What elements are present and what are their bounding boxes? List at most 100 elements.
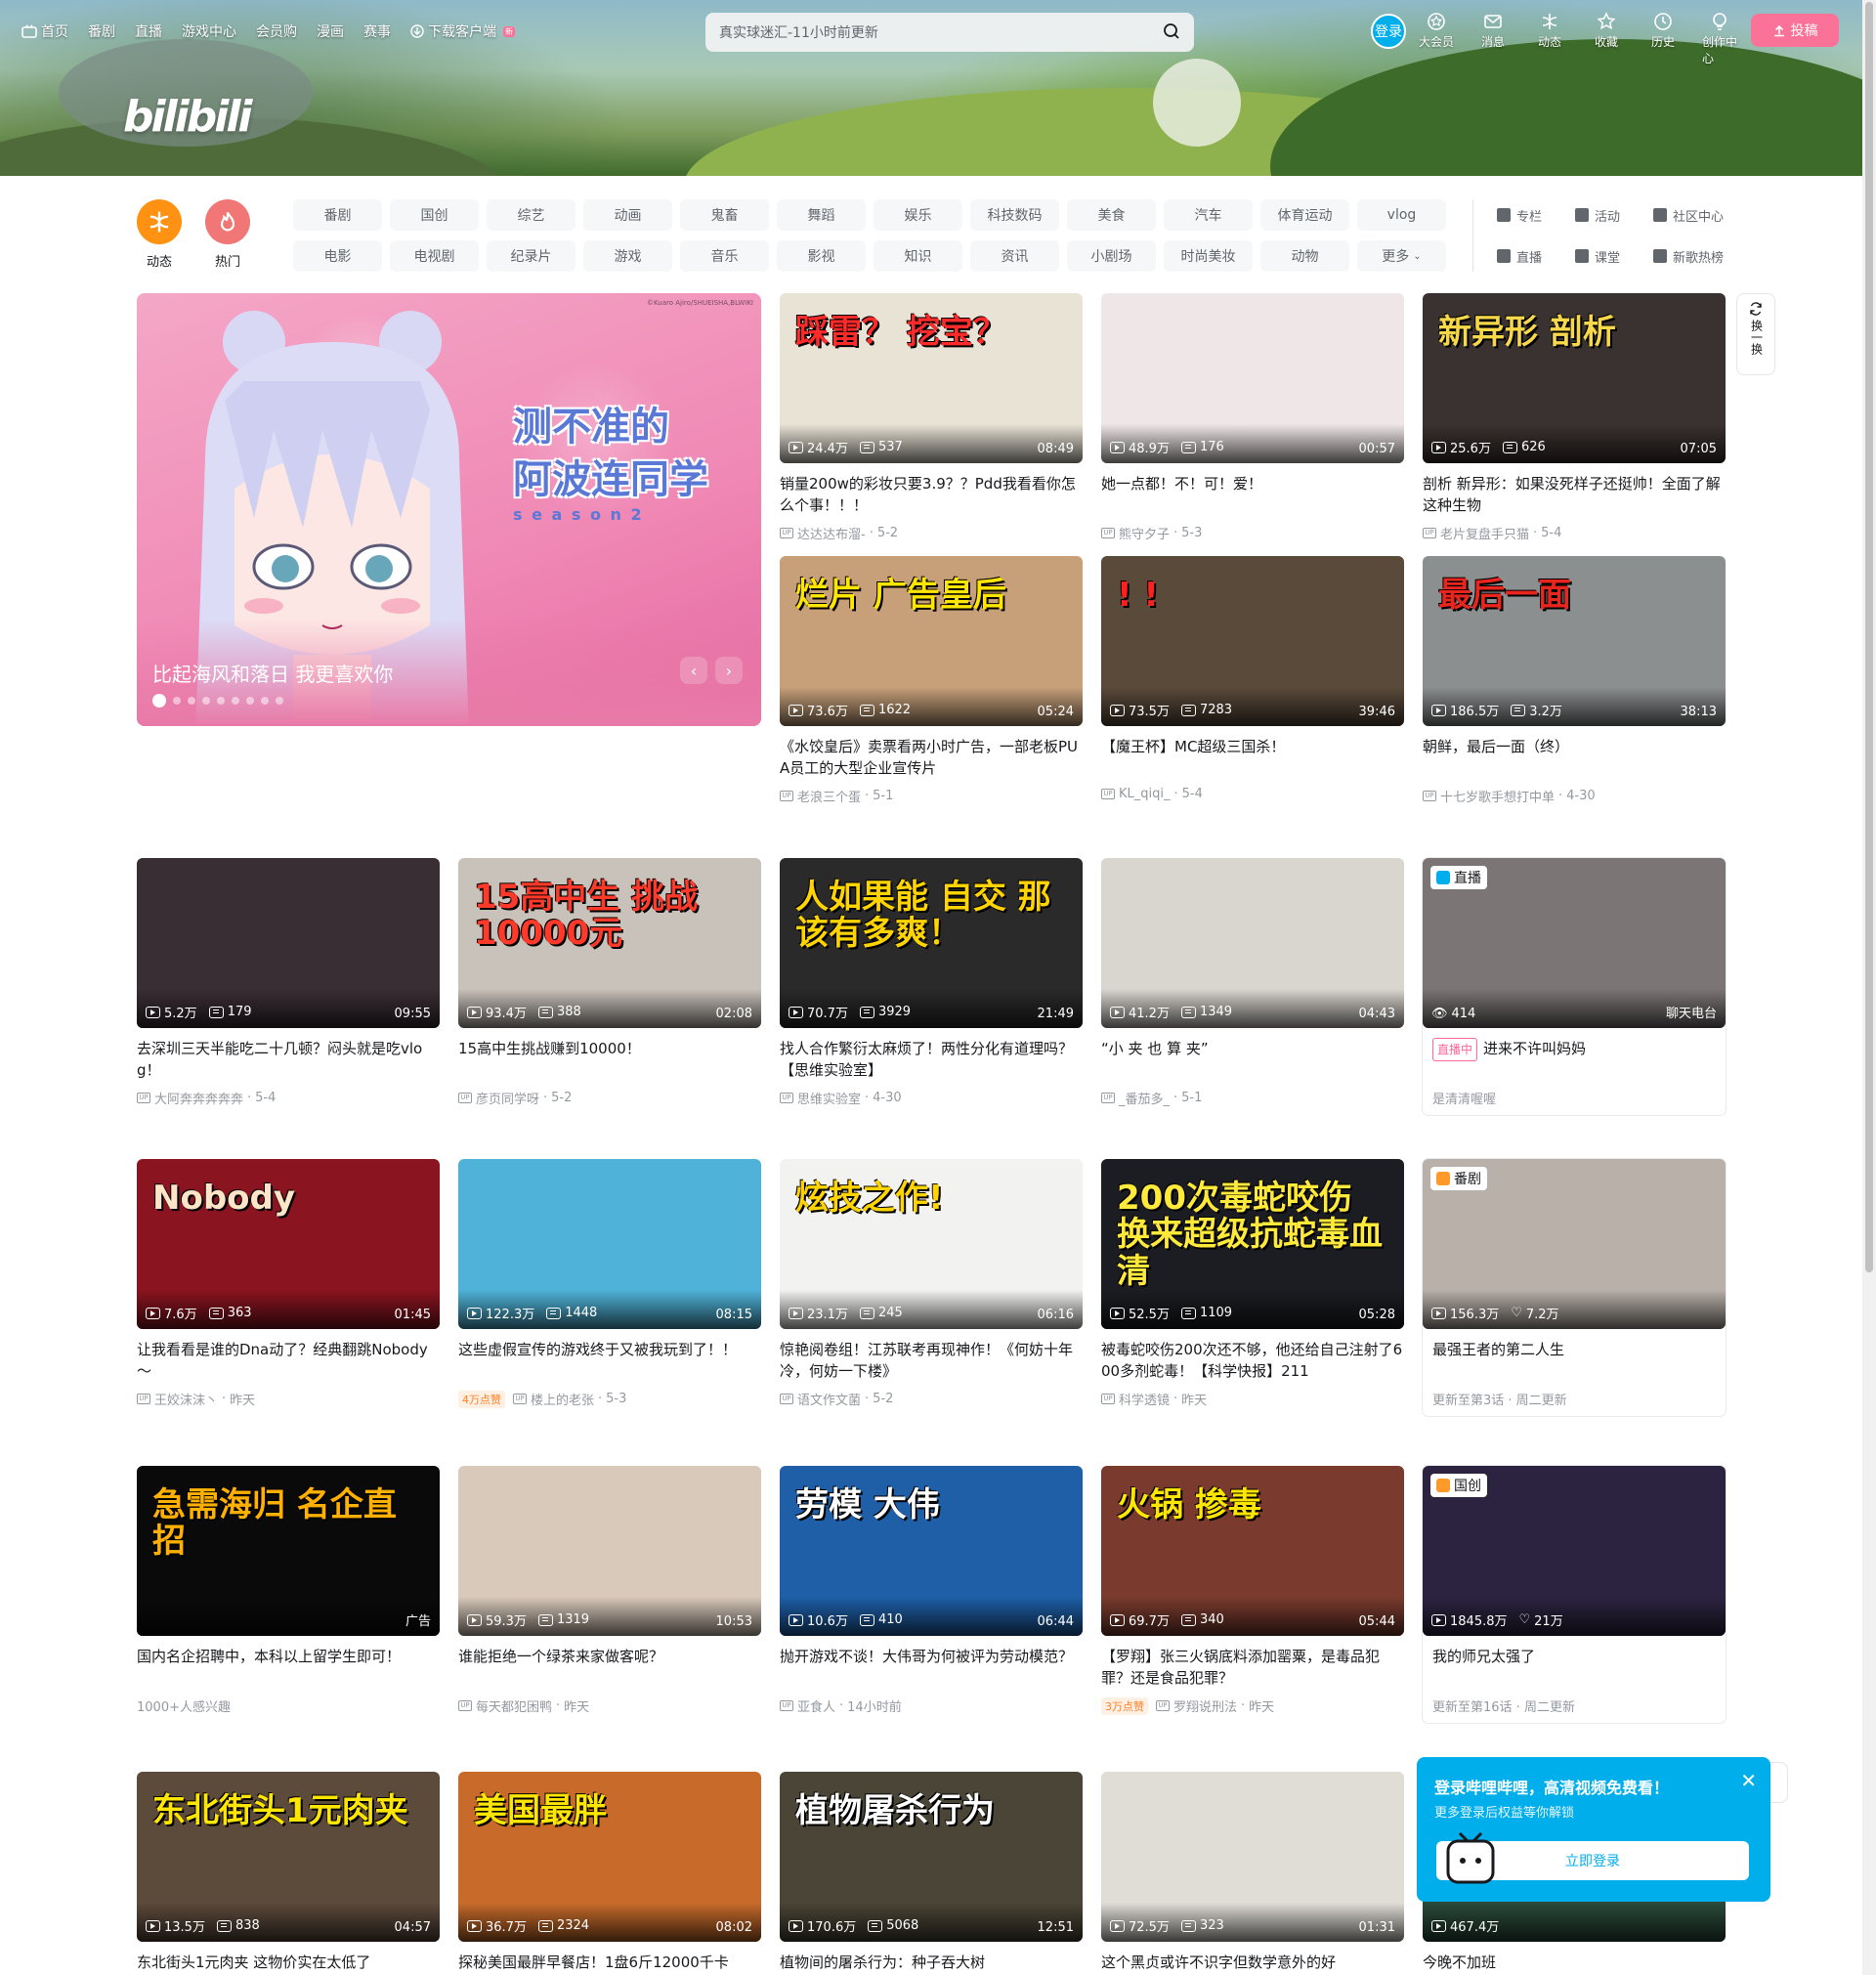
category-item[interactable]: 动画	[583, 199, 672, 231]
page-scrollbar[interactable]	[1862, 0, 1876, 1975]
carousel-dot[interactable]	[276, 697, 283, 705]
carousel-caption[interactable]: 比起海风和落日 我更喜欢你	[152, 659, 393, 687]
vip-entry[interactable]: 大会员	[1419, 12, 1454, 66]
category-item[interactable]: 综艺	[487, 199, 576, 231]
video-title[interactable]: 谁能拒绝一个绿茶来家做客呢？	[458, 1646, 761, 1689]
video-author[interactable]: 熊守夕子	[1119, 524, 1170, 542]
video-title[interactable]: 抛开游戏不谈！大伟哥为何被评为劳动模范？	[780, 1646, 1083, 1689]
category-item[interactable]: 纪录片	[487, 240, 576, 272]
video-title[interactable]: 最强王者的第二人生	[1423, 1339, 1726, 1382]
video-card[interactable]: 东北街头1元肉夹 13.5万 838 04:57 东北街头1元肉夹 这物价实在太低了	[137, 1772, 440, 1975]
category-item[interactable]: 美食	[1067, 199, 1156, 231]
category-item[interactable]: 时尚美妆	[1164, 240, 1253, 272]
video-thumbnail[interactable]: 59.3万 1319 10:53	[458, 1466, 761, 1636]
video-card[interactable]: Nobody 7.6万 363 01:45 让我看看是谁的Dna动了？经典翻跳Nobod…	[137, 1159, 440, 1408]
video-author[interactable]: KL_qiqi_	[1119, 787, 1171, 801]
video-title[interactable]: 【罗翔】张三火锅底料添加罂粟，是毒品犯罪？还是食品犯罪？	[1101, 1646, 1404, 1689]
video-thumbnail[interactable]: ! ! 73.5万 7283 39:46	[1101, 556, 1404, 726]
category-item[interactable]: 番剧	[293, 199, 382, 231]
video-title[interactable]: 我的师兄太强了	[1423, 1646, 1726, 1689]
live-card[interactable]: 直播 👁 414 聊天电台 直播中 进来不许叫妈妈 是清清喔喔	[1423, 858, 1726, 1115]
nav-bangumi[interactable]: 番剧	[88, 21, 115, 41]
search-icon[interactable]	[1163, 22, 1180, 40]
hot-channel-button[interactable]	[205, 199, 250, 244]
category-item[interactable]: vlog	[1357, 199, 1446, 231]
video-title[interactable]: 朝鲜，最后一面（终）	[1423, 736, 1726, 779]
ad-card[interactable]: 急需海归 名企直招 广告 国内名企招聘中，本科以上留学生即可！ 1000+人感兴趣	[137, 1466, 440, 1715]
video-thumbnail[interactable]: Nobody 7.6万 363 01:45	[137, 1159, 440, 1329]
video-card[interactable]: 劳模 大伟 10.6万 410 06:44 抛开游戏不谈！大伟哥为何被评为劳动模范？ UP…	[780, 1466, 1083, 1715]
video-thumbnail[interactable]: 41.2万 1349 04:43	[1101, 858, 1404, 1028]
video-card[interactable]: 5.2万 179 09:55 去深圳三天半能吃二十几顿？闷头就是吃vlog！ UP 大阿奔…	[137, 858, 440, 1107]
video-title[interactable]: 这个黑贞或许不识字但数学意外的好	[1101, 1952, 1404, 1975]
banner-carousel[interactable]: 测不准的 阿波连同学 s e a s o n 2 ©Kuaro Ajiro/SH…	[137, 293, 761, 726]
video-title[interactable]: 【魔王杯】MC超级三国杀！	[1101, 736, 1404, 779]
video-thumbnail[interactable]: 人如果能 自交 那该有多爽！ 70.7万 3929 21:49	[780, 858, 1083, 1028]
video-card[interactable]: ! ! 73.5万 7283 39:46 【魔王杯】MC超级三国杀！ UP KL_qiqi_…	[1101, 556, 1404, 801]
video-author[interactable]: 大阿奔奔奔奔奔	[154, 1089, 243, 1107]
video-thumbnail[interactable]: 122.3万 1448 08:15	[458, 1159, 761, 1329]
video-card[interactable]: 59.3万 1319 10:53 谁能拒绝一个绿茶来家做客呢？ UP 每天都犯困鸭 · 昨天	[458, 1466, 761, 1715]
video-thumbnail[interactable]: 72.5万 323 01:31	[1101, 1772, 1404, 1942]
nav-home[interactable]: 首页	[21, 21, 68, 41]
video-thumbnail[interactable]: 直播 👁 414 聊天电台	[1423, 858, 1726, 1028]
nav-mall[interactable]: 会员购	[256, 21, 297, 41]
video-title[interactable]: 探秘美国最胖早餐店！1盘6斤12000千卡	[458, 1952, 761, 1975]
category-item[interactable]: 更多 ⌄	[1357, 240, 1446, 272]
extra-link-community[interactable]: 社区中心	[1653, 203, 1761, 227]
video-thumbnail[interactable]: 急需海归 名企直招 广告	[137, 1466, 440, 1636]
bangumi-card[interactable]: 番剧 156.3万 ♡ 7.2万 最强王者的第二人生 更新至第3话 · 周二更新	[1423, 1159, 1726, 1416]
video-thumbnail[interactable]: 国创 1845.8万 ♡ 21万	[1423, 1466, 1726, 1636]
video-thumbnail[interactable]: 5.2万 179 09:55	[137, 858, 440, 1028]
video-title[interactable]: 让我看看是谁的Dna动了？经典翻跳Nobody～	[137, 1339, 440, 1382]
video-title[interactable]: 惊艳阅卷组！江苏联考再现神作！《何妨十年冷，何妨一下楼》	[780, 1339, 1083, 1382]
dynamic-entry[interactable]: 动态	[1532, 12, 1567, 66]
video-title[interactable]: “小 夹 也 算 夹”	[1101, 1038, 1404, 1081]
message-entry[interactable]: 消息	[1475, 12, 1511, 66]
category-item[interactable]: 知识	[874, 240, 962, 272]
extra-link-activity[interactable]: 活动	[1575, 203, 1653, 227]
video-author[interactable]: 每天都犯困鸭	[476, 1696, 552, 1715]
video-card[interactable]: 炫技之作! 23.1万 245 06:16 惊艳阅卷组！江苏联考再现神作！《何妨十年冷，…	[780, 1159, 1083, 1408]
carousel-prev-button[interactable]: ‹	[680, 657, 707, 684]
scrollbar-thumb[interactable]	[1865, 2, 1873, 1272]
video-title[interactable]: 去深圳三天半能吃二十几顿？闷头就是吃vlog！	[137, 1038, 440, 1081]
search-bar[interactable]: 真实球迷汇-11小时前更新	[705, 13, 1194, 52]
extra-link-live[interactable]: 直播	[1497, 244, 1575, 268]
upload-button[interactable]: 投稿	[1751, 14, 1839, 47]
video-author[interactable]: 亚食人	[797, 1696, 835, 1715]
video-author[interactable]: 语文作文菌	[797, 1390, 861, 1408]
video-thumbnail[interactable]: 炫技之作! 23.1万 245 06:16	[780, 1159, 1083, 1329]
refresh-button[interactable]: 换一换	[1736, 293, 1775, 375]
video-title[interactable]: 找人合作繁衍太麻烦了！两性分化有道理吗？【思维实验室】	[780, 1038, 1083, 1081]
category-item[interactable]: 影视	[777, 240, 866, 272]
video-thumbnail[interactable]: 劳模 大伟 10.6万 410 06:44	[780, 1466, 1083, 1636]
video-card[interactable]: 踩雷？ 挖宝？ 24.4万 537 08:49 销量200w的彩妆只要3.9？？Pdd我…	[780, 293, 1083, 542]
video-thumbnail[interactable]: 番剧 156.3万 ♡ 7.2万	[1423, 1159, 1726, 1329]
carousel-next-button[interactable]: ›	[715, 657, 743, 684]
extra-link-column[interactable]: 专栏	[1497, 203, 1575, 227]
category-item[interactable]: 小剧场	[1067, 240, 1156, 272]
video-author[interactable]: 思维实验室	[797, 1089, 861, 1107]
video-title[interactable]: 直播中 进来不许叫妈妈	[1423, 1038, 1726, 1081]
nav-live[interactable]: 直播	[135, 21, 162, 41]
video-card[interactable]: 48.9万 176 00:57 她一点都！不！可！爱！ UP 熊守夕子 · 5-3	[1101, 293, 1404, 542]
carousel-dot[interactable]	[202, 697, 210, 705]
video-thumbnail[interactable]: 东北街头1元肉夹 13.5万 838 04:57	[137, 1772, 440, 1942]
history-entry[interactable]: 历史	[1645, 12, 1681, 66]
video-card[interactable]: 人如果能 自交 那该有多爽！ 70.7万 3929 21:49 找人合作繁衍太麻烦了！两…	[780, 858, 1083, 1107]
category-item[interactable]: 科技数码	[970, 199, 1059, 231]
login-popup-close-button[interactable]: ✕	[1740, 1769, 1757, 1792]
video-card[interactable]: 122.3万 1448 08:15 这些虚假宣传的游戏终于又被我玩到了！！ 4万点赞 UP…	[458, 1159, 761, 1408]
extra-link-classroom[interactable]: 课堂	[1575, 244, 1653, 268]
bangumi-card[interactable]: 国创 1845.8万 ♡ 21万 我的师兄太强了 更新至第16话 · 周二更新	[1423, 1466, 1726, 1723]
video-title[interactable]: 植物间的屠杀行为：种子吞大树	[780, 1952, 1083, 1975]
video-thumbnail[interactable]: 烂片 广告皇后 73.6万 1622 05:24	[780, 556, 1083, 726]
video-title[interactable]: 她一点都！不！可！爱！	[1101, 473, 1404, 516]
category-item[interactable]: 资讯	[970, 240, 1059, 272]
video-card[interactable]: 新异形 剖析 25.6万 626 07:05 剖析 新异形：如果没死样子还挺帅！全面了解…	[1423, 293, 1726, 542]
video-author[interactable]: 老浪三个蛋	[797, 787, 861, 805]
category-item[interactable]: 音乐	[680, 240, 769, 272]
nav-manga[interactable]: 漫画	[317, 21, 344, 41]
video-author[interactable]: 楼上的老张	[531, 1390, 594, 1408]
